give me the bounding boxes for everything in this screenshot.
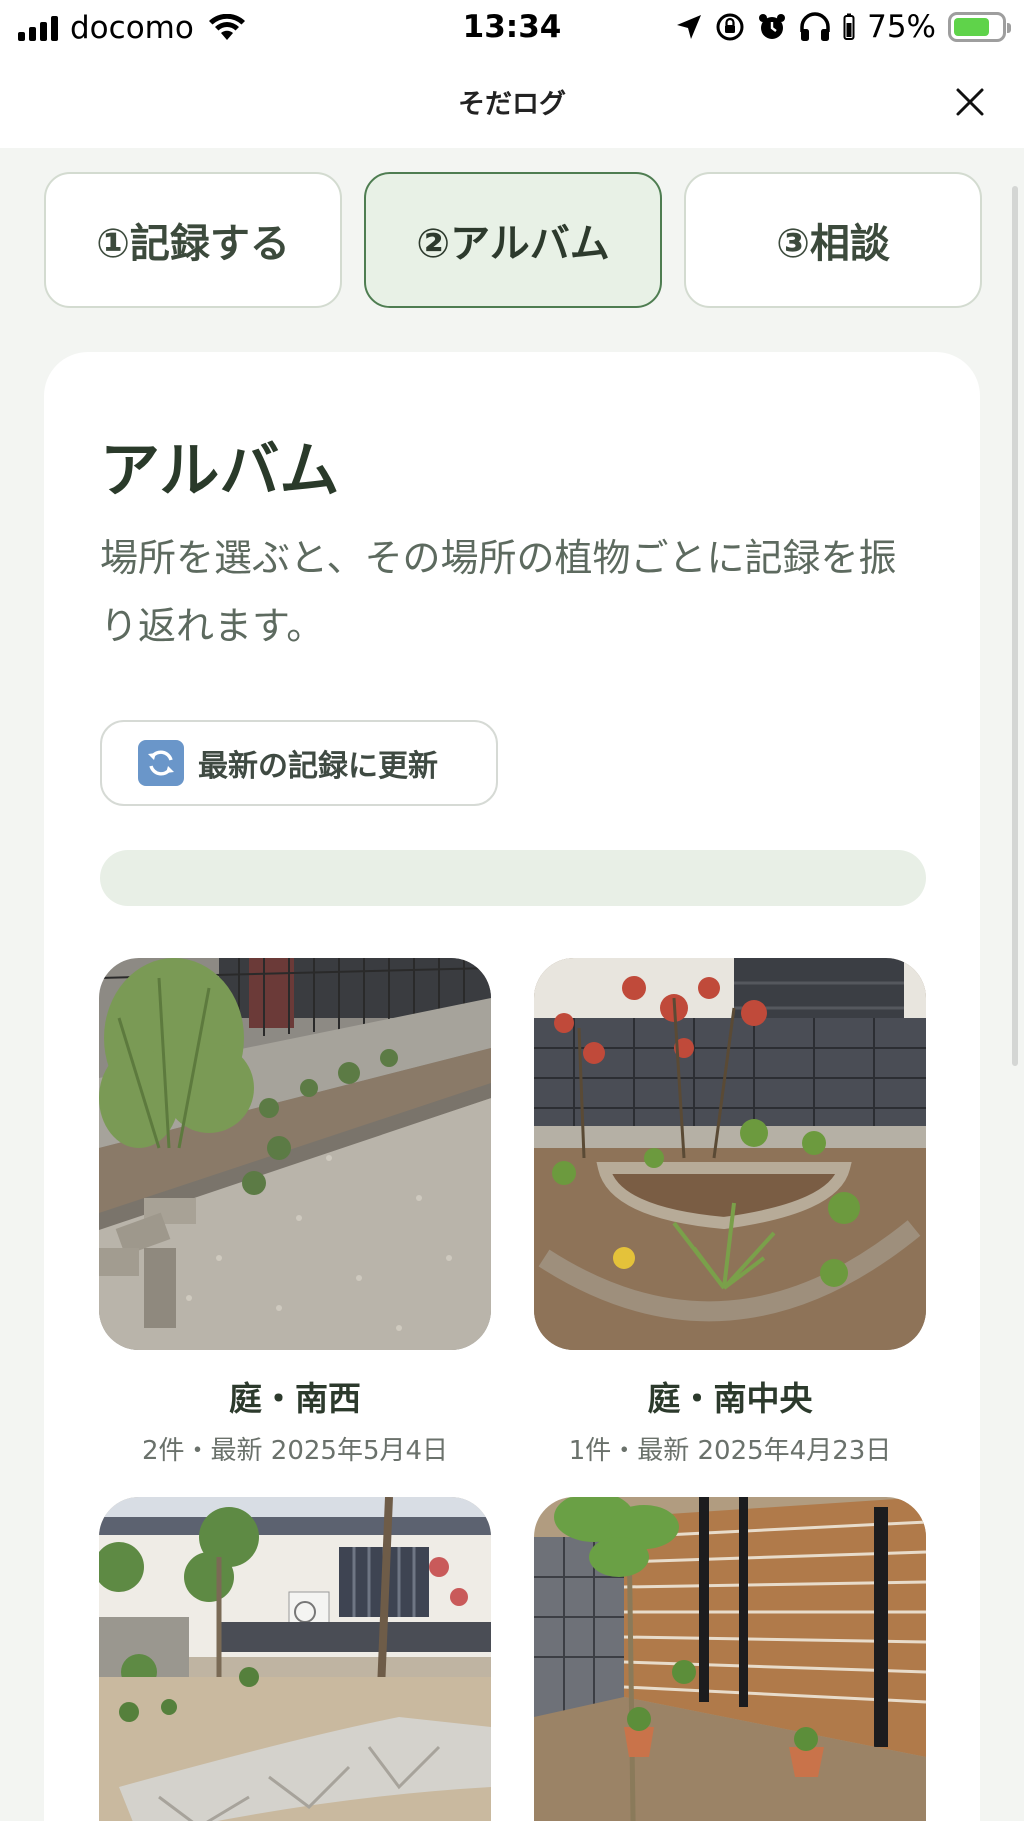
refresh-button[interactable]: 最新の記録に更新 [100,720,498,806]
status-bar: docomo 13:34 75% [0,0,1024,56]
album-item-name: 庭・南西 [229,1379,361,1418]
loading-progress-bar [100,850,926,906]
album-card: アルバム 場所を選ぶと、その場所の植物ごとに記録を振り返れます。 最新の記録に更… [44,352,980,1821]
location-arrow-icon [677,15,702,39]
close-icon[interactable] [950,82,990,122]
album-photo [534,1497,926,1821]
album-item-3[interactable] [99,1497,491,1821]
album-item-name: 庭・南中央 [647,1379,813,1418]
battery-icon [948,12,1011,42]
album-photo [99,1497,491,1821]
battery-fill [954,18,989,36]
album-photo [99,958,491,1350]
album-title: アルバム [100,436,340,506]
album-item-garden-south-center[interactable]: 庭・南中央 1件・最新 2025年4月23日 [534,958,926,1467]
refresh-label: 最新の記録に更新 [198,749,438,784]
tab-album[interactable]: ②アルバム [364,172,662,308]
album-item-4[interactable] [534,1497,926,1821]
orientation-lock-icon [716,13,744,41]
page-title: そだログ [458,89,566,120]
headphone-battery-icon [843,13,855,40]
album-item-garden-southwest[interactable]: 庭・南西 2件・最新 2025年5月4日 [99,958,491,1467]
battery-percent: 75% [867,9,936,45]
tab-record[interactable]: ①記録する [44,172,342,308]
tab-consult[interactable]: ③相談 [684,172,982,308]
album-description: 場所を選ぶと、その場所の植物ごとに記録を振り返れます。 [100,536,897,648]
status-right: 75% [675,9,1011,45]
album-item-meta: 1件・最新 2025年4月23日 [568,1436,892,1466]
album-photo [534,958,926,1350]
nav-header: そだログ [0,56,1024,148]
scrollbar-thumb[interactable] [1012,186,1018,1066]
alarm-icon [759,14,786,39]
refresh-icon [138,740,184,786]
scrollbar[interactable] [1012,186,1020,1066]
tab-bar: ①記録する ②アルバム ③相談 [44,172,982,308]
headphones-icon [800,12,830,41]
album-item-meta: 2件・最新 2025年5月4日 [141,1436,449,1466]
